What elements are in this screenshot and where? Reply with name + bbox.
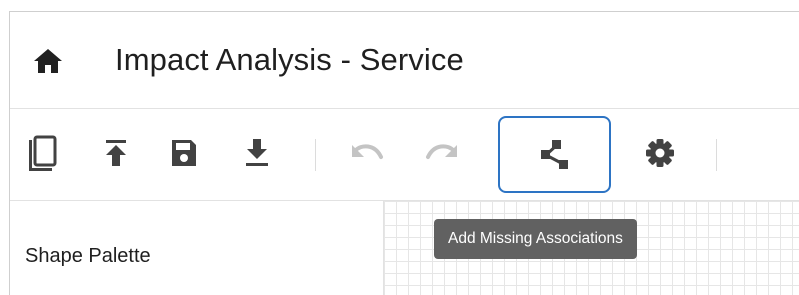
shape-palette: Shape Palette	[10, 201, 384, 295]
save-button[interactable]	[162, 133, 206, 173]
toolbar	[10, 109, 799, 201]
download-icon	[246, 139, 268, 166]
redo-icon	[426, 144, 457, 159]
copy-button[interactable]	[22, 133, 62, 173]
app-window: Impact Analysis - Service Shape Palette …	[9, 11, 799, 295]
page-title: Impact Analysis - Service	[115, 42, 464, 77]
add-missing-associations-button[interactable]	[498, 116, 611, 193]
app-header: Impact Analysis - Service	[10, 12, 799, 109]
redo-button[interactable]	[418, 133, 466, 173]
undo-icon	[352, 144, 383, 159]
undo-button[interactable]	[343, 133, 391, 173]
editor-area: Shape Palette	[10, 201, 799, 295]
tooltip: Add Missing Associations	[434, 219, 637, 259]
download-button[interactable]	[235, 133, 279, 173]
settings-button[interactable]	[638, 133, 682, 173]
copy-icon	[29, 135, 57, 171]
settings-icon	[646, 139, 674, 167]
toolbar-divider	[315, 139, 316, 171]
palette-title: Shape Palette	[25, 245, 151, 267]
home-icon[interactable]	[33, 48, 63, 74]
upload-button[interactable]	[94, 133, 138, 173]
save-icon	[172, 140, 196, 166]
upload-icon	[106, 140, 126, 166]
toolbar-divider	[716, 139, 717, 171]
add-associations-icon	[540, 139, 568, 169]
